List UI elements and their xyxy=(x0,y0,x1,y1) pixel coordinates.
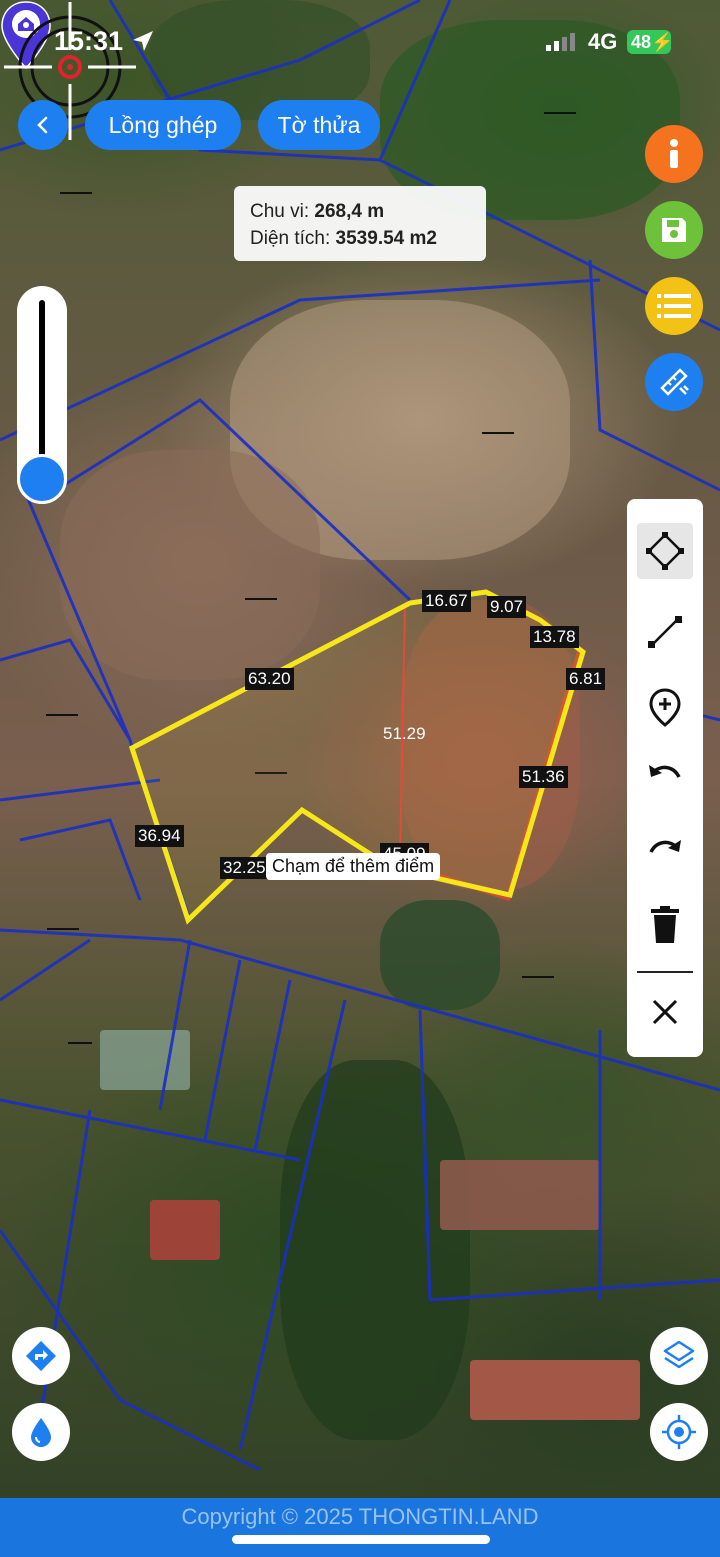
slider-knob[interactable] xyxy=(17,454,67,504)
charging-icon: ⚡ xyxy=(651,32,674,52)
location-arrow-icon xyxy=(133,31,153,51)
area-label: Diện tích: xyxy=(250,228,331,249)
info-icon xyxy=(670,139,678,168)
dimension-label: 13.78 xyxy=(530,626,579,648)
perimeter-value: 268,4 m xyxy=(314,201,385,222)
overlay-mode-button[interactable]: Lồng ghép xyxy=(85,100,241,150)
toolbar-divider xyxy=(637,971,693,973)
area-value: 3539.54 m2 xyxy=(335,228,437,249)
status-time: 15:31 xyxy=(54,26,124,56)
undo-button[interactable] xyxy=(637,747,693,803)
network-type: 4G xyxy=(588,29,618,54)
line-tool-button[interactable] xyxy=(637,604,693,660)
water-drop-icon xyxy=(31,1418,51,1447)
directions-button[interactable] xyxy=(12,1327,70,1385)
tap-hint-label: Chạm để thêm điểm xyxy=(266,853,441,880)
polygon-tool-button[interactable] xyxy=(637,523,693,579)
copyright-text: Copyright © 2025 THONGTIN.LAND xyxy=(181,1504,539,1529)
save-icon xyxy=(662,218,686,242)
add-point-icon xyxy=(649,688,681,727)
area-row: Diện tích: 3539.54 m2 xyxy=(250,225,470,252)
close-icon xyxy=(652,999,678,1025)
dimension-label: 51.29 xyxy=(383,724,426,743)
dimension-label: 51.36 xyxy=(519,766,568,788)
close-tool-button[interactable] xyxy=(637,984,693,1040)
undo-icon xyxy=(649,765,681,778)
save-button[interactable] xyxy=(645,201,703,259)
delete-button[interactable] xyxy=(637,897,693,953)
measurement-card: Chu vi: 268,4 m Diện tích: 3539.54 m2 xyxy=(234,186,486,261)
layers-icon xyxy=(663,1340,695,1369)
plot-sheet-button[interactable]: Tờ thửa xyxy=(258,100,380,150)
edit-ruler-icon xyxy=(660,368,689,396)
perimeter-label: Chu vi: xyxy=(250,201,310,222)
polygon-tool-icon xyxy=(646,532,684,570)
my-location-icon xyxy=(662,1415,696,1449)
slider-track xyxy=(39,300,45,472)
info-button[interactable] xyxy=(645,125,703,183)
perimeter-row: Chu vi: 268,4 m xyxy=(250,198,470,225)
drawing-toolbar xyxy=(627,499,703,1057)
list-button[interactable] xyxy=(645,277,703,335)
back-button[interactable] xyxy=(18,100,68,150)
trash-icon xyxy=(651,906,679,943)
add-point-button[interactable] xyxy=(637,679,693,735)
dimension-label: 36.94 xyxy=(135,825,184,847)
dimension-label: 63.20 xyxy=(245,668,294,690)
list-icon xyxy=(657,294,691,318)
battery-indicator: 48⚡ xyxy=(627,30,674,54)
status-bar: 15:31 4G 48⚡ xyxy=(0,0,720,84)
signal-icon xyxy=(546,33,575,51)
directions-icon xyxy=(26,1341,56,1371)
dimension-label: 9.07 xyxy=(487,596,527,618)
redo-button[interactable] xyxy=(637,822,693,878)
home-indicator[interactable] xyxy=(232,1535,490,1544)
layers-button[interactable] xyxy=(650,1327,708,1385)
dimension-label: 16.67 xyxy=(422,590,471,612)
redo-icon xyxy=(649,840,681,853)
my-location-button[interactable] xyxy=(650,1403,708,1461)
opacity-slider[interactable] xyxy=(17,286,67,504)
dimension-label: 6.81 xyxy=(566,668,606,690)
battery-level: 48 xyxy=(631,32,652,52)
dimension-label: 32.25 xyxy=(220,857,269,879)
water-button[interactable] xyxy=(12,1403,70,1461)
line-tool-icon xyxy=(648,616,682,648)
edit-ruler-button[interactable] xyxy=(645,353,703,411)
chevron-left-icon xyxy=(37,116,48,134)
